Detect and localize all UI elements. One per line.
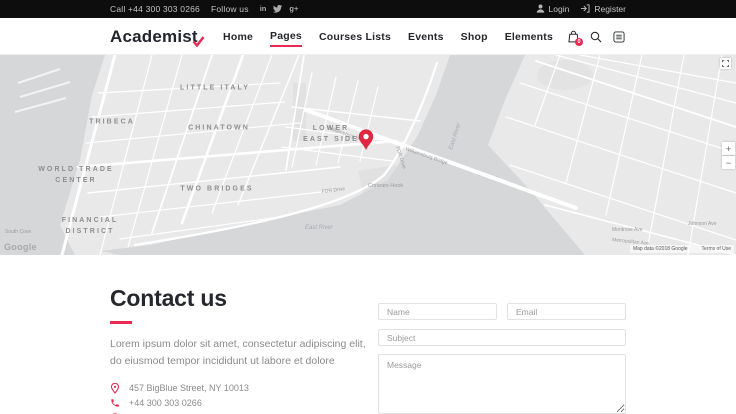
follow-us-label: Follow us — [211, 4, 249, 14]
google-watermark: Google — [4, 242, 37, 252]
address-text: 457 BigBlue Street, NY 10013 — [129, 383, 249, 393]
location-pin-icon — [110, 383, 120, 394]
cart-icon[interactable]: 0 — [566, 30, 580, 44]
login-button[interactable]: Login — [536, 4, 570, 15]
map-label-financial-district: FINANCIAL DISTRICT — [62, 216, 119, 238]
contact-form — [378, 303, 626, 414]
nav-home[interactable]: Home — [223, 27, 253, 46]
contact-info-list: 457 BigBlue Street, NY 10013 +44 300 303… — [110, 383, 378, 414]
fullscreen-button[interactable] — [720, 58, 731, 69]
sign-in-arrow-icon — [580, 4, 590, 15]
nav-courses-lists[interactable]: Courses Lists — [319, 27, 391, 46]
register-button[interactable]: Register — [580, 4, 626, 15]
nav-events[interactable]: Events — [408, 27, 444, 46]
phone-text: +44 300 303 0266 — [129, 398, 202, 408]
message-textarea[interactable] — [378, 354, 626, 414]
search-icon[interactable] — [589, 30, 603, 44]
email-input[interactable] — [507, 303, 626, 320]
main-header: Academist Home Pages Courses Lists Event… — [0, 18, 736, 55]
phone-row: +44 300 303 0266 — [110, 398, 378, 408]
side-menu-icon[interactable] — [612, 30, 626, 44]
user-icon — [536, 4, 545, 15]
street-label: Montrose Ave — [612, 227, 643, 233]
logo-check-icon — [192, 36, 205, 47]
address-row: 457 BigBlue Street, NY 10013 — [110, 383, 378, 394]
contact-description: Lorem ipsum dolor sit amet, consectetur … — [110, 336, 375, 370]
map-label-lower-east-side: LOWER EAST SIDE — [303, 124, 359, 146]
contact-section: Contact us Lorem ipsum dolor sit amet, c… — [0, 255, 736, 414]
page-title: Contact us — [110, 285, 378, 312]
logo[interactable]: Academist — [110, 27, 198, 47]
map-label-tribeca: TRIBECA — [89, 118, 135, 129]
street-label: South Cove — [5, 229, 31, 235]
call-phone-text: Call +44 300 303 0266 — [110, 4, 200, 14]
cart-count-badge: 0 — [575, 38, 583, 46]
street-label: Corlears Hook — [368, 183, 403, 189]
logo-text: Academist — [110, 27, 198, 46]
subject-input[interactable] — [378, 329, 626, 346]
terms-of-use-link[interactable]: Terms of Use — [702, 246, 731, 252]
linkedin-icon[interactable]: in — [260, 5, 267, 13]
map-attribution: Map data ©2018 Google Terms of Use — [630, 245, 734, 253]
street-label: East River — [305, 225, 334, 231]
map-label-chinatown: CHINATOWN — [188, 124, 250, 135]
title-accent-dash — [110, 321, 132, 324]
topbar: Call +44 300 303 0266 Follow us in g+ Lo… — [0, 0, 736, 18]
name-input[interactable] — [378, 303, 497, 320]
main-nav: Home Pages Courses Lists Events Shop Ele… — [223, 26, 553, 47]
map-label-two-bridges: TWO BRIDGES — [180, 185, 253, 196]
nav-pages[interactable]: Pages — [270, 26, 302, 47]
map-label-world-trade-center: WORLD TRADE CENTER — [38, 165, 114, 187]
twitter-icon[interactable] — [273, 5, 282, 13]
phone-icon — [110, 398, 120, 408]
zoom-in-button[interactable]: + — [722, 142, 735, 155]
nav-shop[interactable]: Shop — [461, 27, 488, 46]
zoom-out-button[interactable]: − — [722, 156, 735, 169]
street-label: Johnson Ave — [688, 221, 717, 227]
nav-elements[interactable]: Elements — [505, 27, 553, 46]
map-label-little-italy: LITTLE ITALY — [180, 84, 250, 95]
googleplus-icon[interactable]: g+ — [289, 5, 298, 13]
google-map[interactable]: Williamsburg Bridge Williamsburg Bridge … — [0, 55, 736, 255]
